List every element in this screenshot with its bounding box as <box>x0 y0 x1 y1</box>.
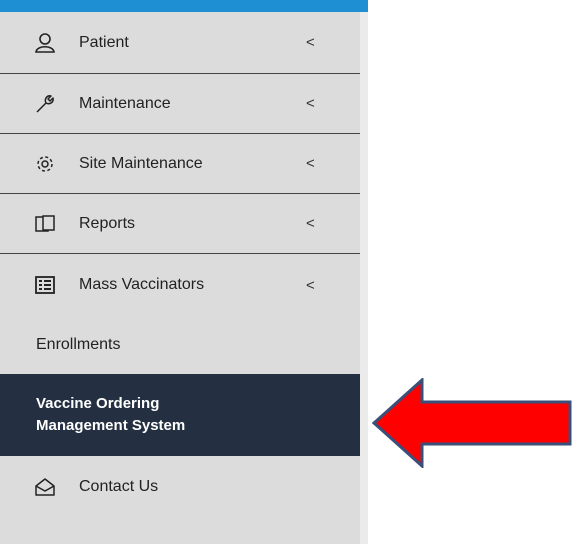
arrow-left-icon <box>371 376 572 473</box>
sidebar-item-label: Contact Us <box>79 478 159 495</box>
chevron-left-icon: < <box>306 215 315 232</box>
top-accent-bar <box>0 0 368 12</box>
gear-icon <box>34 153 56 175</box>
reports-icon <box>34 213 56 235</box>
sidebar-item-reports[interactable]: Reports < <box>0 194 360 254</box>
sidebar-item-vaccine-ordering-management-system[interactable]: Vaccine Ordering Management System <box>0 374 360 456</box>
envelope-icon <box>34 476 56 498</box>
sidebar-item-label: Maintenance <box>79 94 171 112</box>
sidebar-edge <box>360 12 368 544</box>
chevron-left-icon: < <box>306 34 315 51</box>
sidebar-item-label: Patient <box>79 33 129 51</box>
label-line-1: Vaccine Ordering <box>36 395 160 412</box>
sidebar-item-contact-us[interactable]: Contact Us <box>0 456 360 518</box>
sidebar-item-label: Enrollments <box>36 336 121 353</box>
chevron-left-icon: < <box>306 155 315 172</box>
sidebar-item-label: Reports <box>79 214 136 232</box>
user-icon <box>34 32 56 54</box>
sidebar-nav: Patient < Maintenance < Site Maintenance… <box>0 0 368 544</box>
sidebar-item-site-maintenance[interactable]: Site Maintenance < <box>0 134 360 194</box>
label-line-2: Management System <box>36 417 186 434</box>
sidebar-item-maintenance[interactable]: Maintenance < <box>0 74 360 134</box>
sidebar-item-label: Mass Vaccinators <box>79 276 205 293</box>
sidebar-item-patient[interactable]: Patient < <box>0 12 360 74</box>
list-icon <box>34 274 56 296</box>
sidebar-item-mass-vaccinators[interactable]: Mass Vaccinators < <box>0 254 360 316</box>
chevron-left-icon: < <box>306 276 315 294</box>
chevron-left-icon: < <box>306 95 315 112</box>
sidebar-item-enrollments[interactable]: Enrollments <box>0 316 360 374</box>
sidebar-item-label: Site Maintenance <box>79 154 203 172</box>
wrench-icon <box>34 93 56 115</box>
sidebar-item-label: Vaccine Ordering Management System <box>36 393 185 437</box>
